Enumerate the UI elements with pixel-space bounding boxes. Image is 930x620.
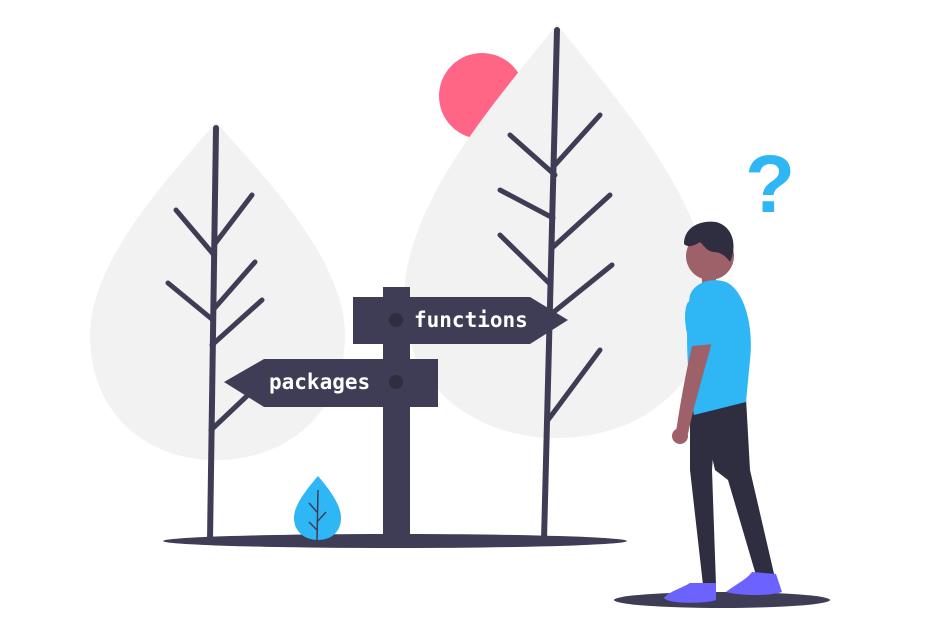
- sign-left-label: packages: [269, 370, 370, 394]
- illustration-svg: functions packages ?: [90, 24, 830, 608]
- person-hand: [672, 428, 688, 444]
- question-mark: ?: [745, 139, 795, 230]
- sign-right: functions: [353, 297, 568, 344]
- ground-shadow-person: [614, 592, 830, 608]
- person-back-shoe: [664, 583, 716, 603]
- sign-right-bolt: [389, 313, 403, 327]
- blue-sprout: [294, 476, 341, 542]
- person-front-shoe: [726, 572, 782, 595]
- illustration-scene: functions packages ?: [0, 0, 930, 620]
- person-sleeve: [685, 298, 716, 346]
- sign-right-label: functions: [414, 308, 528, 332]
- sign-left-bolt: [389, 375, 403, 389]
- sign-left: packages: [224, 359, 438, 407]
